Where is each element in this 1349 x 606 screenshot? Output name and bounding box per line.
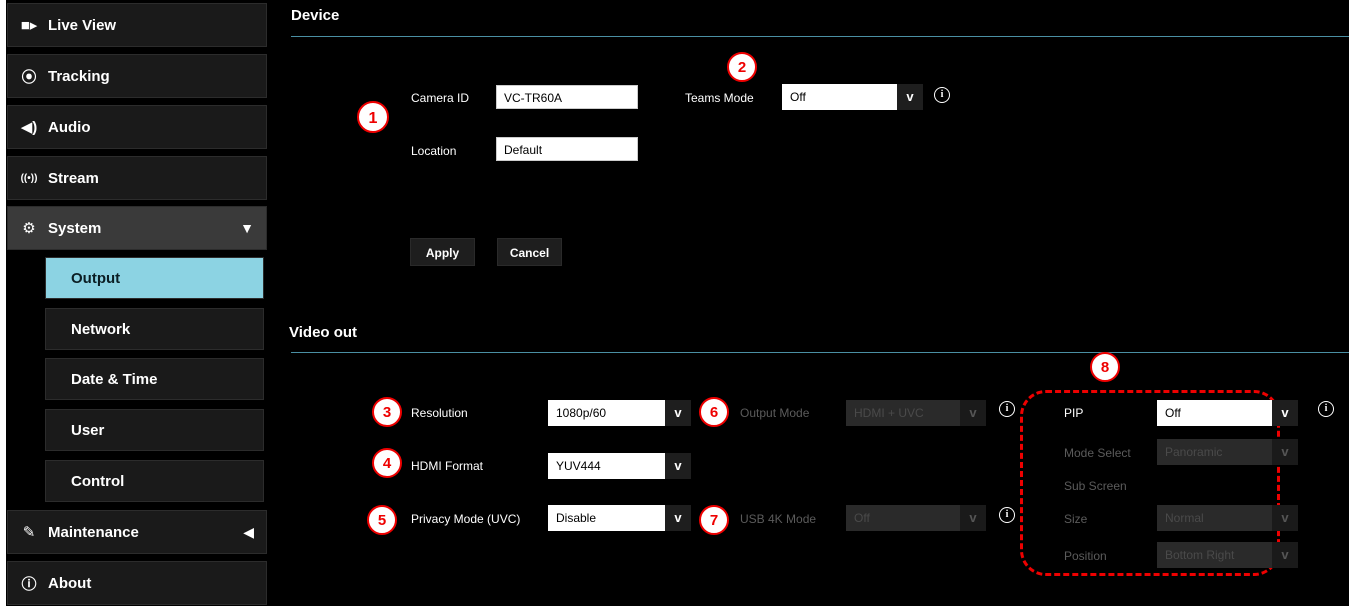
usb-4k-mode-dropdown-chevron-icon: v (960, 505, 986, 531)
caret-left-icon: ◀ (243, 523, 254, 540)
info-icon: ⓘ (21, 575, 37, 593)
nav-maintenance[interactable]: ✎ Maintenance ◀ (7, 510, 267, 554)
pip-label: PIP (1064, 406, 1084, 420)
size-label: Size (1064, 512, 1088, 526)
usb-4k-mode-info-icon[interactable]: i (999, 507, 1015, 523)
camera-id-input[interactable]: VC-TR60A (496, 85, 638, 109)
nav-about[interactable]: ⓘ About (7, 561, 267, 605)
nav-audio[interactable]: ◀) Audio (7, 105, 267, 149)
nav-system[interactable]: ⚙ System ▼ (7, 206, 267, 250)
resolution-select[interactable]: 1080p/60 (548, 400, 665, 426)
nav-stream[interactable]: ((•)) Stream (7, 156, 267, 200)
sub-user[interactable]: User (45, 409, 264, 451)
gear-icon: ⚙ (22, 220, 36, 237)
callout-6: 6 (699, 397, 729, 427)
callout-5: 5 (367, 505, 397, 535)
teams-mode-dropdown-chevron-icon[interactable]: v (897, 84, 923, 110)
callout-7: 7 (699, 505, 729, 535)
video-camera-icon: ■▸ (20, 17, 38, 34)
output-mode-label: Output Mode (740, 406, 810, 420)
sub-date-time[interactable]: Date & Time (45, 358, 264, 400)
device-divider (291, 36, 1349, 37)
hdmi-format-label: HDMI Format (411, 459, 483, 473)
video-out-section-title: Video out (289, 324, 358, 341)
video-out-divider (291, 352, 1349, 353)
pip-info-icon[interactable]: i (1318, 401, 1334, 417)
teams-mode-info-icon[interactable]: i (934, 87, 950, 103)
resolution-label: Resolution (411, 406, 468, 420)
usb-4k-mode-label: USB 4K Mode (740, 512, 817, 526)
callout-3: 3 (372, 397, 402, 427)
hdmi-format-select[interactable]: YUV444 (548, 453, 665, 479)
device-section-title: Device (291, 7, 340, 24)
usb-4k-mode-select: Off (846, 505, 960, 531)
nav-live-view[interactable]: ■▸ Live View (7, 3, 267, 47)
pip-dropdown-chevron-icon[interactable]: v (1272, 400, 1298, 426)
wrench-icon: ✎ (22, 524, 36, 541)
callout-2: 2 (727, 52, 757, 82)
teams-mode-select[interactable]: Off (782, 84, 897, 110)
mode-select-select: Panoramic (1157, 439, 1272, 465)
broadcast-icon: ((•)) (20, 172, 38, 184)
hdmi-format-dropdown-chevron-icon[interactable]: v (665, 453, 691, 479)
sub-output[interactable]: Output (45, 257, 264, 299)
sidebar: ■▸ Live View ⦿ Tracking ◀) Audio ((•)) S… (0, 0, 272, 606)
nav-tracking[interactable]: ⦿ Tracking (7, 54, 267, 98)
callout-1: 1 (357, 101, 389, 133)
privacy-mode-dropdown-chevron-icon[interactable]: v (665, 505, 691, 531)
tracking-icon: ⦿ (21, 68, 37, 86)
camera-id-label: Camera ID (411, 91, 470, 105)
location-label: Location (411, 144, 457, 158)
caret-down-icon: ▼ (240, 220, 254, 236)
speaker-icon: ◀) (20, 119, 38, 136)
sub-control[interactable]: Control (45, 460, 264, 502)
size-select: Normal (1157, 505, 1272, 531)
location-input[interactable]: Default (496, 137, 638, 161)
mode-select-label: Mode Select (1064, 446, 1131, 460)
output-mode-info-icon[interactable]: i (999, 401, 1015, 417)
mode-select-dropdown-chevron-icon: v (1272, 439, 1298, 465)
privacy-mode-label: Privacy Mode (UVC) (411, 512, 521, 526)
teams-mode-label: Teams Mode (685, 91, 754, 105)
size-dropdown-chevron-icon: v (1272, 505, 1298, 531)
cancel-button[interactable]: Cancel (497, 238, 562, 266)
callout-4: 4 (372, 448, 402, 478)
output-mode-select: HDMI + UVC (846, 400, 960, 426)
sub-screen-label: Sub Screen (1064, 479, 1127, 493)
resolution-dropdown-chevron-icon[interactable]: v (665, 400, 691, 426)
apply-button[interactable]: Apply (410, 238, 475, 266)
privacy-mode-select[interactable]: Disable (548, 505, 665, 531)
position-label: Position (1064, 549, 1107, 563)
position-select: Bottom Right (1157, 542, 1272, 568)
pip-select[interactable]: Off (1157, 400, 1272, 426)
output-mode-dropdown-chevron-icon: v (960, 400, 986, 426)
callout-8: 8 (1090, 352, 1120, 382)
sub-network[interactable]: Network (45, 308, 264, 350)
position-dropdown-chevron-icon: v (1272, 542, 1298, 568)
